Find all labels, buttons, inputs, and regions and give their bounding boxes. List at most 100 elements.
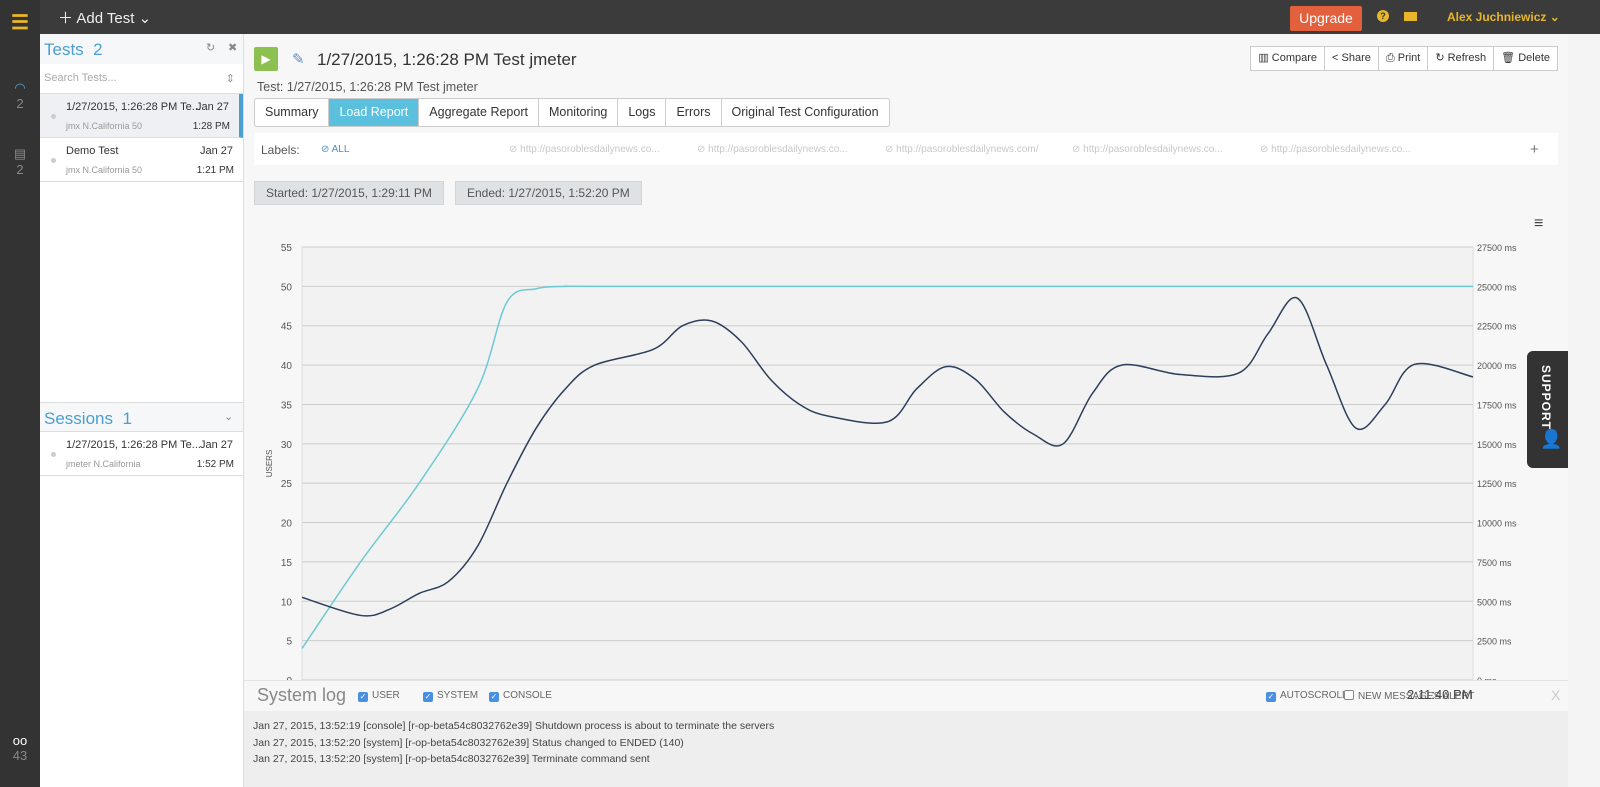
log-line: Jan 27, 2015, 13:52:20 [system] [r-op-be… bbox=[253, 736, 684, 749]
tab-logs[interactable]: Logs bbox=[618, 99, 667, 126]
help-icon[interactable]: ? bbox=[1377, 10, 1389, 22]
label-filter[interactable]: ⊘ http://pasoroblesdailynews.co... bbox=[697, 144, 848, 155]
tab-summary[interactable]: Summary bbox=[255, 99, 330, 126]
tab-errors[interactable]: Errors bbox=[666, 99, 722, 126]
sessions-header[interactable]: Sessions 1 ⌄ bbox=[40, 402, 243, 432]
y-tick-label: 45 bbox=[281, 322, 293, 333]
add-label-button[interactable]: + bbox=[1530, 141, 1539, 158]
rail-tests-count: 2 bbox=[16, 96, 24, 111]
test-item[interactable]: 1/27/2015, 1:26:28 PM Te... Jan 27 jmx N.C… bbox=[40, 94, 243, 138]
tests-count: 2 bbox=[93, 40, 103, 59]
system-log-header: System log ✓ USER ✓ SYSTEM ✓ CONSOLE ✓ AUTOS… bbox=[244, 680, 1568, 711]
autoscroll-checkbox[interactable]: ✓ AUTOSCROLL bbox=[1266, 690, 1348, 702]
close-icon[interactable]: ✖ bbox=[228, 41, 237, 54]
delete-button[interactable]: 🗑 Delete bbox=[1493, 46, 1558, 71]
y-axis-label: USERS bbox=[265, 450, 274, 478]
y2-tick-label: 12500 ms bbox=[1477, 479, 1517, 489]
session-time: 1:52 PM bbox=[196, 459, 234, 470]
search-tests-input[interactable]: Search Tests... ⇕ bbox=[40, 64, 243, 94]
label-filter[interactable]: ⊘ ALL bbox=[321, 144, 349, 155]
chevron-down-icon[interactable]: ⌄ bbox=[224, 410, 233, 423]
edit-icon[interactable]: ✎ bbox=[292, 50, 305, 68]
rail-sessions[interactable]: oo 43 bbox=[0, 733, 40, 763]
mail-icon[interactable] bbox=[1404, 12, 1417, 21]
rail-sessions-count: 43 bbox=[12, 748, 28, 763]
labels-title: Labels: bbox=[261, 143, 300, 157]
play-button[interactable]: ▶ bbox=[254, 47, 278, 71]
add-test-label: Add Test bbox=[76, 10, 135, 27]
session-item[interactable]: 1/27/2015, 1:26:28 PM Te... Jan 27 jmeter … bbox=[40, 432, 243, 476]
tests-title: Tests bbox=[44, 40, 84, 59]
y2-tick-label: 17500 ms bbox=[1477, 400, 1517, 410]
user-filter-checkbox[interactable]: ✓ USER bbox=[358, 690, 400, 702]
close-log-button[interactable]: X bbox=[1551, 687, 1560, 703]
rail-reports-count: 2 bbox=[16, 162, 24, 177]
tab-original-config[interactable]: Original Test Configuration bbox=[722, 99, 889, 126]
session-name: 1/27/2015, 1:26:28 PM Te... bbox=[66, 439, 201, 451]
support-label: SUPPORT bbox=[1539, 365, 1553, 431]
sessions-count: 1 bbox=[122, 409, 132, 428]
gauge-icon: ◠ bbox=[14, 80, 26, 95]
user-menu[interactable]: Alex Juchniewicz ⌄ bbox=[1447, 10, 1560, 24]
y-tick-label: 50 bbox=[281, 282, 293, 293]
y2-tick-label: 7500 ms bbox=[1477, 558, 1512, 568]
sidebar: Tests 2 ↻ ✖ Search Tests... ⇕ 1/27/2015, 1… bbox=[40, 34, 244, 787]
labels-bar: Labels: ⊘ ALL ⊘ http://pasoroblesdailyne… bbox=[254, 133, 1558, 165]
test-time: 1:28 PM bbox=[192, 121, 230, 132]
load-chart: 00 ms52500 ms105000 ms157500 ms2010000 m… bbox=[265, 243, 1517, 684]
log-line: Jan 27, 2015, 13:52:19 [console] [r-op-b… bbox=[253, 720, 775, 732]
report-tabs: Summary Load Report Aggregate Report Mon… bbox=[254, 98, 890, 127]
tab-aggregate-report[interactable]: Aggregate Report bbox=[419, 99, 539, 126]
tests-header: Tests 2 ↻ ✖ bbox=[40, 34, 243, 64]
rail-tests[interactable]: ◠ 2 bbox=[0, 80, 40, 111]
test-item[interactable]: Demo Test Jan 27 jmx N.California 50 1:21 P… bbox=[40, 138, 243, 182]
print-button[interactable]: ⎙ Print bbox=[1377, 46, 1429, 71]
add-test-button[interactable]: ＋ Add Test ⌄ bbox=[58, 7, 151, 28]
upgrade-button[interactable]: Upgrade bbox=[1290, 6, 1362, 31]
y2-tick-label: 10000 ms bbox=[1477, 519, 1517, 529]
support-tab[interactable]: SUPPORT 👤 bbox=[1527, 351, 1568, 468]
refresh-icon[interactable]: ↻ bbox=[206, 41, 215, 54]
label-filter[interactable]: ⊘ http://pasoroblesdailynews.co... bbox=[1260, 144, 1411, 155]
document-icon: ▤ bbox=[13, 146, 27, 161]
y-tick-label: 5 bbox=[286, 637, 292, 648]
log-lines: Jan 27, 2015, 13:52:19 [console] [r-op-b… bbox=[244, 711, 1568, 787]
y-tick-label: 40 bbox=[281, 361, 293, 372]
console-filter-checkbox[interactable]: ✓ CONSOLE bbox=[489, 690, 552, 702]
log-line: Jan 27, 2015, 13:52:20 [system] [r-op-be… bbox=[253, 753, 650, 765]
page-title: 1/27/2015, 1:26:28 PM Test jmeter bbox=[317, 50, 577, 69]
user-name: Alex Juchniewicz bbox=[1447, 10, 1547, 24]
left-rail: ☰ ◠ 2 ▤ 2 oo 43 bbox=[0, 0, 40, 787]
y2-tick-label: 15000 ms bbox=[1477, 440, 1517, 450]
session-meta: jmeter N.California bbox=[66, 459, 141, 469]
system-filter-checkbox[interactable]: ✓ SYSTEM bbox=[423, 690, 478, 702]
y-tick-label: 25 bbox=[281, 479, 293, 490]
tab-load-report[interactable]: Load Report bbox=[329, 99, 420, 126]
test-date: Jan 27 bbox=[199, 145, 233, 157]
label-filter[interactable]: ⊘ http://pasoroblesdailynews.com/ bbox=[885, 144, 1038, 155]
label-filter[interactable]: ⊘ http://pasoroblesdailynews.co... bbox=[509, 144, 660, 155]
page-subtitle: Test: 1/27/2015, 1:26:28 PM Test jmeter bbox=[257, 80, 478, 94]
rail-reports[interactable]: ▤ 2 bbox=[0, 146, 40, 177]
started-badge: Started: 1/27/2015, 1:29:11 PM bbox=[254, 181, 444, 205]
y2-tick-label: 25000 ms bbox=[1477, 282, 1517, 292]
session-date: Jan 27 bbox=[199, 439, 233, 451]
compare-button[interactable]: ▥ Compare bbox=[1250, 46, 1326, 71]
y-tick-label: 10 bbox=[281, 597, 293, 608]
support-person-icon: 👤 bbox=[1540, 429, 1563, 449]
test-name: Demo Test bbox=[66, 145, 119, 157]
main-panel: ▶ ✎ 1/27/2015, 1:26:28 PM Test jmeter Te… bbox=[244, 34, 1568, 787]
test-name: 1/27/2015, 1:26:28 PM Te... bbox=[66, 101, 201, 113]
tab-monitoring[interactable]: Monitoring bbox=[539, 99, 619, 126]
share-button[interactable]: < Share bbox=[1324, 46, 1379, 71]
test-meta: jmx N.California 50 bbox=[66, 121, 143, 131]
system-log-title: System log bbox=[257, 685, 347, 705]
top-bar: ＋ Add Test ⌄ Upgrade ? Alex Juchniewicz … bbox=[0, 0, 1600, 34]
sort-icon[interactable]: ⇕ bbox=[226, 72, 235, 85]
refresh-button[interactable]: ↻ Refresh bbox=[1427, 46, 1495, 71]
y2-tick-label: 20000 ms bbox=[1477, 361, 1517, 371]
y-tick-label: 15 bbox=[281, 558, 293, 569]
voicemail-icon: oo bbox=[12, 733, 28, 748]
label-filter[interactable]: ⊘ http://pasoroblesdailynews.co... bbox=[1072, 144, 1223, 155]
chart-menu-icon[interactable]: ≡ bbox=[1534, 215, 1543, 233]
